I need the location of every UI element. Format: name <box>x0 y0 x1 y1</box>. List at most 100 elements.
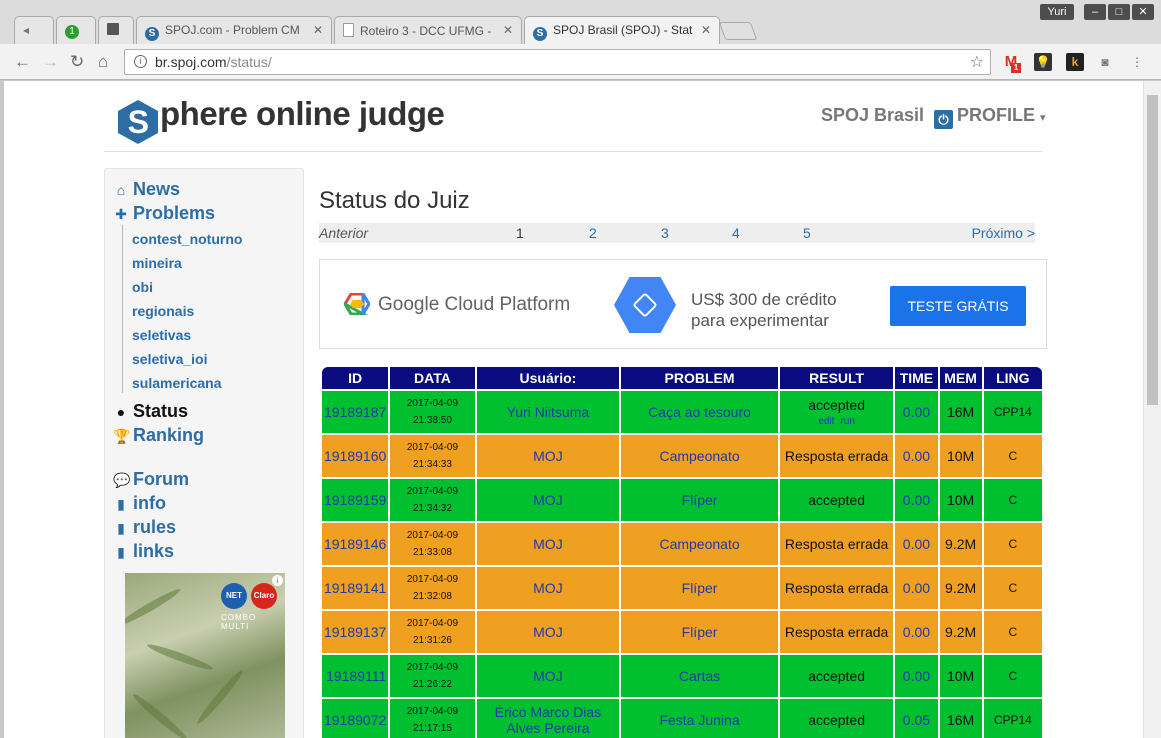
minimize-icon[interactable]: – <box>1084 4 1106 20</box>
maximize-icon[interactable]: □ <box>1108 4 1130 20</box>
scrollbar-thumb[interactable] <box>1147 95 1158 405</box>
sidebar-ad[interactable]: NET Claro COMBO MULTI i <box>125 573 285 738</box>
gcp-try-button[interactable]: TESTE GRÁTIS <box>890 286 1026 326</box>
pager-page-link[interactable]: 5 <box>803 225 811 241</box>
submission-problem[interactable]: Festa Junina <box>621 699 778 738</box>
category-link[interactable]: seletiva_ioi <box>132 351 208 367</box>
close-tab-icon[interactable]: ✕ <box>503 23 513 37</box>
ad-info-icon[interactable]: i <box>272 575 283 586</box>
sidebar-item-problems[interactable]: ✚ Problems <box>113 203 215 224</box>
submission-id[interactable]: 19189187 <box>322 391 389 433</box>
category-link[interactable]: obi <box>132 279 153 295</box>
reload-icon[interactable]: ↻ <box>70 52 84 72</box>
logo-hex-icon: S <box>118 100 158 144</box>
camera-icon[interactable]: ◙ <box>1096 53 1114 71</box>
sidebar-item-rules[interactable]: ▮ rules <box>113 517 176 538</box>
result-action-link[interactable]: run <box>840 416 854 427</box>
submission-mem: 9.2M <box>939 523 982 565</box>
submission-time[interactable]: 0.00 <box>895 435 938 477</box>
submission-user[interactable]: Érico Marco Dias Alves Pereira <box>476 699 620 738</box>
home-icon[interactable]: ⌂ <box>98 52 108 72</box>
pager-page-link[interactable]: 3 <box>661 225 669 241</box>
sidebar-item-status[interactable]: ● Status <box>113 401 188 422</box>
sidebar-item-info[interactable]: ▮ info <box>113 493 166 514</box>
pager-page-link[interactable]: 2 <box>589 225 597 241</box>
forward-icon[interactable]: → <box>42 52 59 72</box>
submission-user[interactable]: MOJ <box>476 523 620 565</box>
sidebar-item-ranking[interactable]: 🏆 Ranking <box>113 425 204 446</box>
category-link[interactable]: contest_noturno <box>132 231 242 247</box>
submission-time[interactable]: 0.00 <box>895 479 938 521</box>
sidebar-item-forum[interactable]: 💬 Forum <box>113 469 189 490</box>
submission-id[interactable]: 19189141 <box>322 567 389 609</box>
pinned-tab-trello[interactable] <box>98 16 134 44</box>
category-link[interactable]: mineira <box>132 255 182 271</box>
submission-problem[interactable]: Campeonato <box>621 523 778 565</box>
submission-problem[interactable]: Flíper <box>621 479 778 521</box>
submission-id[interactable]: 19189111 <box>322 655 389 697</box>
tab-spoj-problem[interactable]: S SPOJ.com - Problem CM ✕ <box>136 16 332 44</box>
date-day: 2017-04-09 <box>406 706 459 717</box>
close-window-icon[interactable]: ✕ <box>1132 4 1154 20</box>
submission-id[interactable]: 19189159 <box>322 479 389 521</box>
category-link[interactable]: seletivas <box>132 327 191 343</box>
pager-next[interactable]: Próximo > <box>972 225 1035 241</box>
gcp-banner-ad[interactable]: Google Cloud Platform US$ 300 de crédito… <box>319 259 1047 349</box>
submission-time[interactable]: 0.00 <box>895 611 938 653</box>
sidebar-item-news[interactable]: ⌂ News <box>113 179 180 200</box>
category-link[interactable]: sulamericana <box>132 375 222 391</box>
submission-problem[interactable]: Caça ao tesouro <box>621 391 778 433</box>
close-tab-icon[interactable]: ✕ <box>313 23 323 37</box>
new-tab-button[interactable] <box>718 22 758 40</box>
submission-lang: C <box>983 611 1042 653</box>
nav-spoj-brasil[interactable]: SPOJ Brasil <box>821 105 924 126</box>
submission-user[interactable]: MOJ <box>476 655 620 697</box>
submission-lang: CPP14 <box>983 391 1042 433</box>
pinned-tab-audio[interactable]: ◂ <box>14 16 54 44</box>
submission-time[interactable]: 0.05 <box>895 699 938 738</box>
menu-icon[interactable]: ⋮ <box>1128 53 1146 71</box>
address-bar[interactable]: i br.spoj.com/status/ ☆ <box>124 49 991 75</box>
sidebar-item-links[interactable]: ▮ links <box>113 541 174 562</box>
profile-dropdown[interactable]: ⏻ PROFILE ▾ <box>934 105 1046 129</box>
gmail-icon[interactable]: M 1 <box>1002 53 1021 73</box>
submission-user[interactable]: MOJ <box>476 611 620 653</box>
submission-user[interactable]: MOJ <box>476 479 620 521</box>
submission-problem[interactable]: Flíper <box>621 567 778 609</box>
submission-problem[interactable]: Campeonato <box>621 435 778 477</box>
submission-date: 2017-04-09 21:26:22 <box>390 655 475 697</box>
extension-k-icon[interactable]: k <box>1066 53 1084 71</box>
page-viewport: Sphere online judge SPOJ Brasil ⏻ PROFILE… <box>4 81 1143 738</box>
submission-time[interactable]: 0.00 <box>895 523 938 565</box>
submission-problem[interactable]: Flíper <box>621 611 778 653</box>
submission-lang: CPP14 <box>983 699 1042 738</box>
submission-problem[interactable]: Cartas <box>621 655 778 697</box>
submission-time[interactable]: 0.00 <box>895 567 938 609</box>
submission-user[interactable]: MOJ <box>476 435 620 477</box>
browser-user-chip[interactable]: Yuri <box>1040 4 1074 20</box>
info-icon[interactable]: i <box>134 55 147 68</box>
submission-id[interactable]: 19189160 <box>322 435 389 477</box>
submission-id[interactable]: 19189137 <box>322 611 389 653</box>
bookmark-star-icon[interactable]: ☆ <box>970 52 984 72</box>
extension-bulb-icon[interactable]: 💡 <box>1034 53 1052 71</box>
submission-id[interactable]: 19189072 <box>322 699 389 738</box>
close-tab-icon[interactable]: ✕ <box>701 23 711 37</box>
submission-user[interactable]: MOJ <box>476 567 620 609</box>
col-header-result: RESULT <box>779 367 894 389</box>
submission-id[interactable]: 19189146 <box>322 523 389 565</box>
submission-user[interactable]: Yuri Niitsuma <box>476 391 620 433</box>
submission-lang: C <box>983 655 1042 697</box>
tab-spoj-status[interactable]: S SPOJ Brasil (SPOJ) - Stat ✕ <box>524 16 720 44</box>
submission-time[interactable]: 0.00 <box>895 655 938 697</box>
pager-page-link[interactable]: 4 <box>732 225 740 241</box>
category-link[interactable]: regionais <box>132 303 194 319</box>
tab-roteiro[interactable]: Roteiro 3 - DCC UFMG - ✕ <box>334 16 522 44</box>
result-action-link[interactable]: edit <box>818 416 834 427</box>
page-scrollbar[interactable] <box>1143 81 1161 738</box>
submission-mem: 10M <box>939 655 982 697</box>
submission-time[interactable]: 0.00 <box>895 391 938 433</box>
back-icon[interactable]: ← <box>14 52 31 72</box>
site-logo[interactable]: Sphere online judge <box>118 95 445 144</box>
pinned-tab-notification[interactable]: 1 <box>56 16 96 44</box>
